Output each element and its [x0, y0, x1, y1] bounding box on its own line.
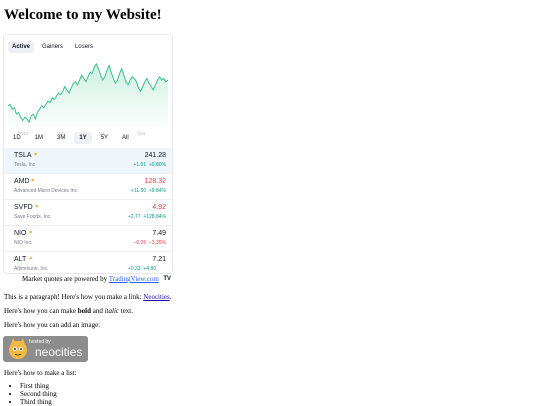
range-3m[interactable]: 3M — [52, 132, 70, 144]
quote-row-svfd[interactable]: SVFD ◉ Save Foods, Inc. 4.92 +2.77 +128.… — [4, 199, 172, 225]
range-selector: 1D 1M 3M 1Y 5Y All — [8, 132, 134, 144]
list-item: First thing — [20, 382, 57, 390]
powered-by-text: Market quotes are powered by — [22, 275, 109, 283]
quote-name: Advanced Micro Devices Inc — [14, 188, 78, 194]
flag-icon: ◉ — [29, 229, 33, 234]
quote-price: 7.49 — [152, 230, 166, 237]
paragraph-link-line: This is a paragraph! Here's how you make… — [4, 293, 172, 301]
range-1y[interactable]: 1Y — [74, 132, 92, 144]
tradingview-logo-icon[interactable]: TV — [163, 276, 171, 282]
quote-row-nio[interactable]: NIO ◉ NIO Inc. 7.49 −0.26 −3.35% — [4, 225, 172, 251]
quote-row-tsla[interactable]: TSLA ◉ Tesla, Inc. 241.28 +1.91 +0.80% — [4, 148, 172, 173]
neocities-cat-icon — [9, 338, 27, 359]
range-5y[interactable]: 5Y — [96, 132, 113, 144]
flag-icon: ◉ — [35, 203, 39, 208]
flag-icon: ◉ — [34, 151, 38, 156]
quote-change: +0.33 +4.80 — [127, 266, 156, 272]
tab-gainers[interactable]: Gainers — [38, 41, 67, 53]
widget-tabs: Active Gainers Losers — [8, 41, 97, 53]
quote-price: 7.21 — [152, 256, 166, 263]
quote-symbol: ALT — [14, 256, 27, 263]
bold-text: bold — [77, 307, 91, 315]
quote-list: TSLA ◉ Tesla, Inc. 241.28 +1.91 +0.80% A… — [4, 148, 172, 277]
tab-active[interactable]: Active — [8, 41, 35, 53]
quote-row-amd[interactable]: AMD ◉ Advanced Micro Devices Inc 128.32 … — [4, 173, 172, 199]
range-all[interactable]: All — [117, 132, 134, 144]
quote-symbol: AMD — [14, 178, 30, 185]
quote-change: +1.91 +0.80% — [133, 162, 166, 168]
chart-area-fill — [8, 63, 168, 127]
chart-x-label: Oct — [138, 131, 146, 136]
italic-text: italic — [104, 307, 119, 315]
quote-change: +2.77 +128.84% — [127, 214, 166, 220]
flag-icon: ◉ — [29, 255, 33, 260]
quote-change: −0.26 −3.35% — [133, 240, 166, 246]
range-1d[interactable]: 1D — [8, 132, 26, 144]
hosted-by-neocities-badge[interactable]: hosted by neocities — [3, 336, 88, 362]
quote-price: 4.92 — [152, 204, 166, 211]
list-item: Second thing — [20, 390, 57, 398]
quote-symbol: SVFD — [14, 204, 33, 211]
quote-change: +11.50 +9.84% — [131, 188, 166, 194]
tab-losers[interactable]: Losers — [71, 41, 97, 53]
list-intro: Here's how to make a list: — [4, 369, 77, 377]
bullet-list: First thing Second thing Third thing — [4, 382, 57, 406]
quote-symbol: NIO — [14, 230, 27, 237]
quote-price: 128.32 — [144, 178, 166, 185]
range-1m[interactable]: 1M — [30, 132, 48, 144]
format-line: Here's how you can make bold and italic … — [4, 307, 133, 315]
quote-name: Save Foods, Inc. — [14, 214, 52, 220]
flag-icon: ◉ — [31, 177, 35, 182]
quote-row-alt[interactable]: ALT ◉ Altimmune, Inc. 7.21 +0.33 +4.80 — [4, 251, 172, 277]
page-title: Welcome to my Website! — [4, 7, 162, 23]
tradingview-link[interactable]: TradingView.com — [109, 275, 159, 283]
quote-name: Tesla, Inc. — [14, 162, 37, 168]
market-quotes-widget: Active Gainers Losers 2023 Apr Jul Oct 1D 1… — [3, 34, 173, 282]
quote-name: Altimmune, Inc. — [14, 266, 49, 272]
quote-symbol: TSLA — [14, 152, 32, 159]
neocities-link[interactable]: Neocities — [143, 293, 169, 301]
badge-neocities-text: neocities — [35, 345, 83, 359]
image-line: Here's how you can add an image: — [4, 321, 101, 329]
powered-by-line: Market quotes are powered by TradingView… — [22, 275, 159, 283]
quote-price: 241.28 — [144, 152, 166, 159]
quote-name: NIO Inc. — [14, 240, 33, 246]
